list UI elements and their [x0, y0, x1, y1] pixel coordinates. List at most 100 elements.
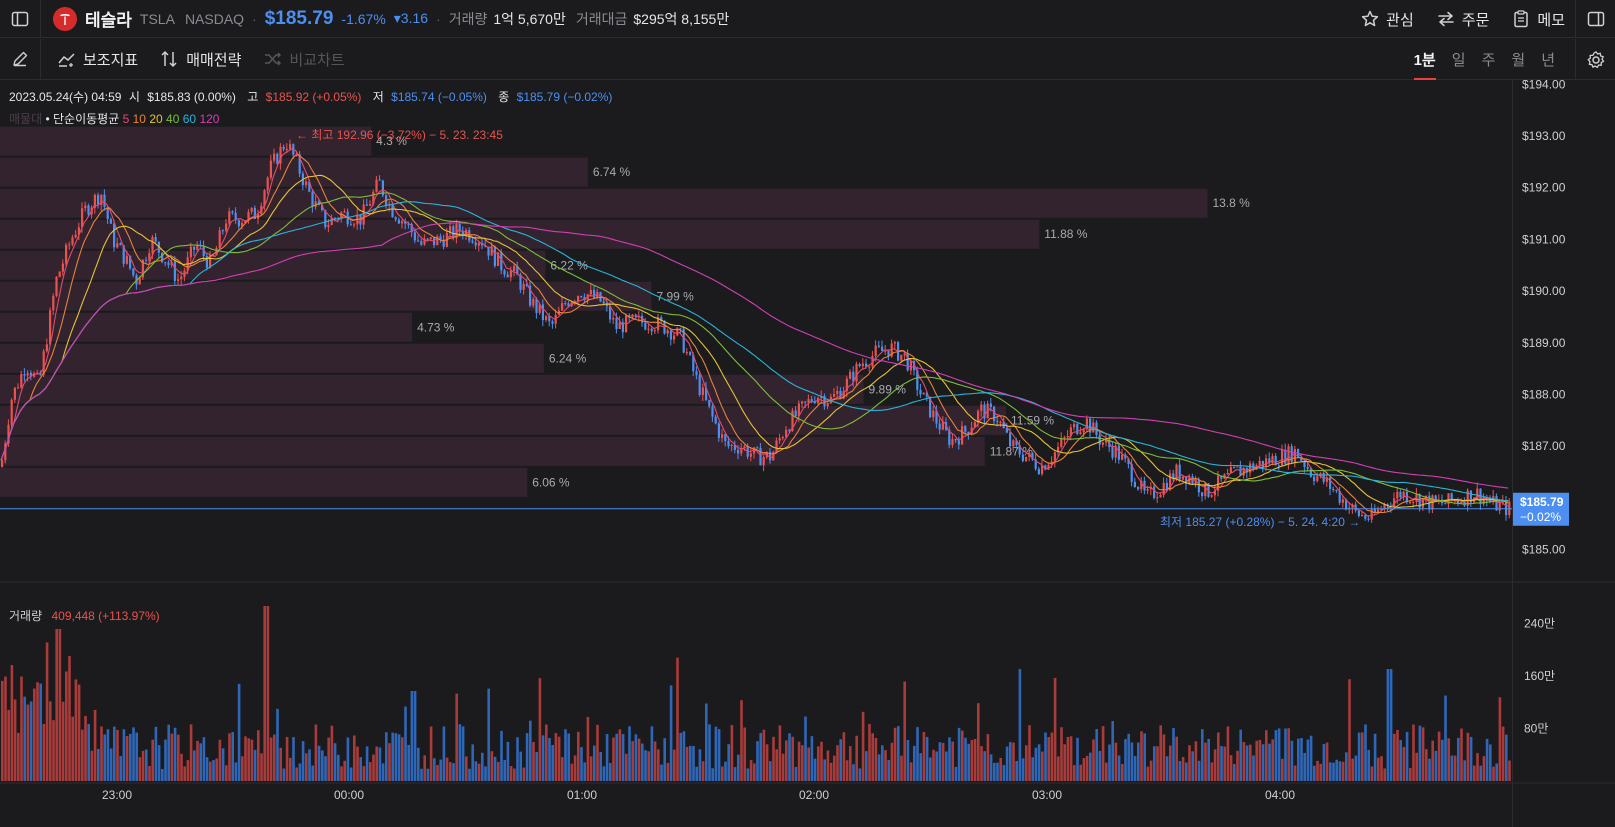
volume-bar — [1354, 755, 1358, 781]
volume-bar — [1402, 747, 1406, 781]
candle-body — [477, 242, 480, 246]
volume-bar — [922, 731, 926, 781]
volume-bar — [433, 758, 436, 781]
candle-body — [87, 205, 90, 215]
candle-body — [1313, 476, 1316, 482]
volume-bar — [292, 737, 295, 781]
candle-body — [631, 314, 634, 318]
chart-settings-button[interactable] — [1575, 39, 1615, 80]
low-value: $185.74 (−0.05%) — [391, 90, 487, 104]
volume-bar — [708, 724, 711, 781]
ma-legend-label[interactable]: • 단순이동평균 — [45, 112, 119, 126]
volume-bar — [1066, 736, 1070, 781]
tab-day[interactable]: 일 — [1452, 39, 1466, 80]
volume-bar — [845, 760, 849, 781]
candle-body — [1159, 495, 1162, 498]
volume-bar — [893, 727, 897, 781]
volume-bar — [122, 729, 126, 781]
volume-bar — [317, 745, 321, 781]
volume-axis-label: 80만 — [1524, 722, 1548, 736]
volume-bar — [49, 701, 52, 781]
volume-bar — [605, 734, 609, 781]
volume-bar — [538, 678, 542, 781]
strategy-button[interactable]: 매매전략 — [160, 49, 241, 70]
volume-bar — [1025, 745, 1028, 781]
volume-band-label[interactable]: 매물대 — [9, 112, 42, 126]
candle-body — [826, 403, 829, 407]
panel-icon — [1587, 11, 1604, 27]
volume-bar — [263, 606, 266, 781]
volume-bar — [545, 724, 548, 781]
indicators-button[interactable]: 보조지표 — [57, 49, 138, 70]
ma-60: 60 — [182, 112, 197, 126]
volume-bar — [746, 768, 750, 781]
right-panel-toggle-button[interactable] — [1575, 0, 1615, 38]
volume-bar — [164, 739, 167, 781]
volume-bar — [1261, 744, 1265, 781]
memo-button[interactable]: 메모 — [1511, 9, 1565, 30]
volume-bar — [801, 745, 804, 781]
volume-bar — [1322, 744, 1326, 781]
volume-bar — [218, 739, 222, 781]
volume-bar — [87, 724, 90, 781]
volume-bar — [1332, 762, 1335, 781]
candle-body — [615, 317, 618, 330]
tab-1min[interactable]: 1분 — [1413, 39, 1436, 80]
candle-body — [964, 426, 967, 432]
candle-body — [759, 447, 762, 466]
volume-bar — [666, 762, 670, 781]
sidebar-toggle-button[interactable] — [0, 0, 40, 38]
volume-bar — [173, 727, 177, 781]
candle-body — [145, 259, 148, 261]
price-axis-label: $191.00 — [1522, 232, 1566, 246]
candle-body — [289, 144, 292, 149]
volume-profile-label: 11.59 % — [1011, 413, 1054, 427]
volume-bar — [420, 768, 423, 781]
candle-datetime: 2023.05.24(수) 04:59 — [9, 90, 122, 104]
tab-year[interactable]: 년 — [1541, 39, 1555, 80]
candle-body — [311, 191, 314, 207]
candle-body — [420, 241, 423, 245]
compare-chart-button[interactable]: 비교차트 — [263, 49, 345, 70]
amount-value: $295억 8,155만 — [633, 10, 730, 27]
volume-bars-group — [1, 606, 1511, 781]
order-button[interactable]: 주문 — [1436, 9, 1489, 30]
volume-bar — [55, 629, 58, 781]
watch-label: 관심 — [1386, 11, 1414, 29]
tab-month[interactable]: 월 — [1511, 39, 1525, 80]
draw-button[interactable] — [0, 39, 40, 80]
volume-bar — [436, 764, 439, 781]
candle-body — [1197, 479, 1200, 493]
volume-bar — [1050, 732, 1054, 781]
volume-bar — [730, 725, 734, 781]
sidebar-icon — [11, 11, 29, 26]
candle-body — [1066, 435, 1069, 438]
volume-bar — [36, 682, 39, 781]
volume-bar — [564, 729, 567, 781]
candle-body — [276, 153, 279, 164]
volume-bar — [900, 755, 903, 781]
volume-bar — [1037, 744, 1041, 781]
price-chart[interactable]: 4.3 %6.74 %13.8 %11.88 %6.22 %7.99 %4.73… — [0, 80, 1615, 827]
volume-bar — [932, 749, 935, 781]
volume-bar — [973, 738, 977, 781]
tab-week[interactable]: 주 — [1482, 39, 1496, 80]
stock-name: 테슬라 — [85, 11, 132, 30]
volume-bar — [1463, 760, 1466, 781]
candle-body — [26, 372, 29, 376]
compare-chart-label: 비교차트 — [289, 51, 345, 69]
candle-body — [20, 373, 23, 388]
candle-body — [45, 344, 48, 352]
candle-body — [1121, 454, 1124, 460]
volume-bar — [327, 737, 330, 781]
candle-body — [148, 253, 151, 261]
watch-button[interactable]: 관심 — [1360, 9, 1414, 30]
candle-body — [701, 387, 704, 395]
volume-bar — [183, 766, 186, 781]
volume-bar — [343, 760, 346, 781]
candle-body — [1399, 491, 1402, 498]
volume-bar — [423, 755, 426, 781]
volume-bar — [1245, 745, 1249, 781]
candle-body — [980, 404, 983, 411]
volume-bar — [714, 726, 718, 781]
